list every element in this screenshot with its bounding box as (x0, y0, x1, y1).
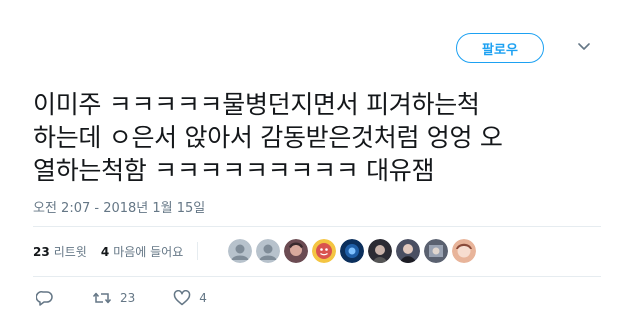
follow-button[interactable]: 팔로우 (456, 33, 544, 63)
avatar[interactable] (424, 239, 448, 263)
retweet-count: 23 (120, 291, 136, 305)
avatar[interactable] (228, 239, 252, 263)
avatar[interactable] (312, 239, 336, 263)
stats-separator (197, 242, 199, 260)
retweet-icon (92, 292, 112, 304)
follow-button-label: 팔로우 (482, 42, 518, 58)
retweet-button[interactable]: 23 (92, 290, 135, 306)
tweet-actions: 23 4 (36, 290, 245, 306)
liker-avatars (228, 239, 476, 263)
like-stat[interactable]: 4 마음에 들어요 (101, 243, 183, 260)
like-stat-count: 4 (100, 244, 110, 259)
retweet-stat-count: 23 (33, 244, 50, 259)
like-count: 4 (199, 291, 207, 305)
retweet-stat[interactable]: 23 리트윗 (33, 243, 87, 260)
tweet-text: 이미주 ㅋㅋㅋㅋㅋ물병던지면서 피겨하는척 하는데 ㅇ은서 앉아서 감동받은것처… (33, 90, 503, 185)
avatar[interactable] (284, 239, 308, 263)
retweet-stat-label: 리트윗 (53, 244, 87, 259)
reply-icon (36, 291, 53, 306)
like-stat-label: 마음에 들어요 (113, 244, 184, 259)
tweet-stats: 23 리트윗 4 마음에 들어요 (33, 242, 199, 260)
reply-button[interactable] (36, 290, 54, 306)
avatar[interactable] (368, 239, 392, 263)
heart-icon (174, 290, 191, 306)
avatar[interactable] (396, 239, 420, 263)
tweet-timestamp[interactable]: 오전 2:07 - 2018년 1월 15일 (33, 197, 205, 216)
divider-top (33, 226, 601, 227)
like-button[interactable]: 4 (173, 290, 207, 306)
chevron-down-icon[interactable] (578, 42, 590, 52)
divider-bottom (33, 276, 601, 277)
avatar[interactable] (256, 239, 280, 263)
avatar[interactable] (452, 239, 476, 263)
avatar[interactable] (340, 239, 364, 263)
